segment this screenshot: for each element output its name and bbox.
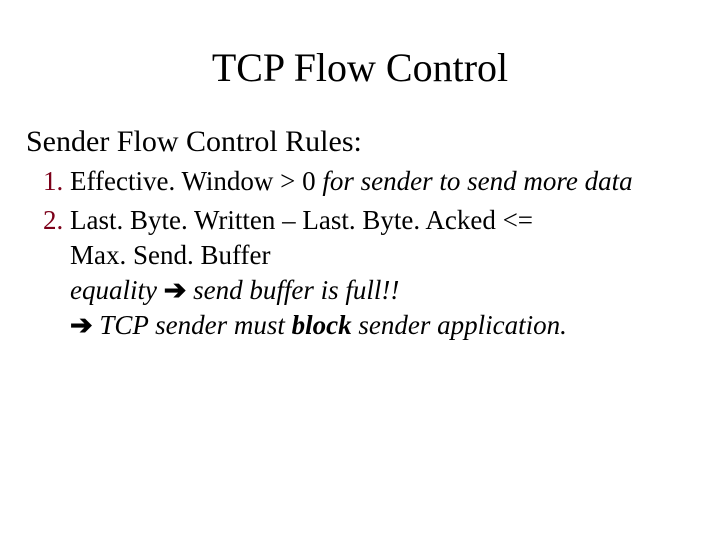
rule-1-condition: Effective. Window > 0 (70, 166, 316, 196)
rule-2-buffer-full: send buffer is full!! (186, 275, 399, 305)
rule-2-line2: equality ➔ send buffer is full!! (70, 274, 680, 307)
rule-2-block-word: block (292, 310, 352, 340)
rule-1-rest: for sender to send more data (316, 166, 633, 196)
rules-list: Effective. Window > 0 for sender to send… (42, 165, 680, 342)
slide-title: TCP Flow Control (0, 44, 720, 91)
rule-2-line1b: Max. Send. Buffer (70, 239, 680, 272)
slide: TCP Flow Control Sender Flow Control Rul… (0, 44, 720, 540)
rule-item-1: Effective. Window > 0 for sender to send… (70, 165, 680, 198)
rule-item-2: Last. Byte. Written – Last. Byte. Acked … (70, 204, 680, 342)
rule-2-line3: ➔ TCP sender must block sender applicati… (70, 309, 680, 342)
arrow-icon: ➔ (164, 275, 187, 305)
rule-2-line1a: Last. Byte. Written – Last. Byte. Acked … (70, 205, 533, 235)
rule-2-line3a: TCP sender must (93, 310, 292, 340)
rule-2-line3b: sender application. (352, 310, 567, 340)
rule-2-equality: equality (70, 275, 164, 305)
arrow-icon: ➔ (70, 310, 93, 340)
slide-subtitle: Sender Flow Control Rules: (26, 125, 720, 159)
